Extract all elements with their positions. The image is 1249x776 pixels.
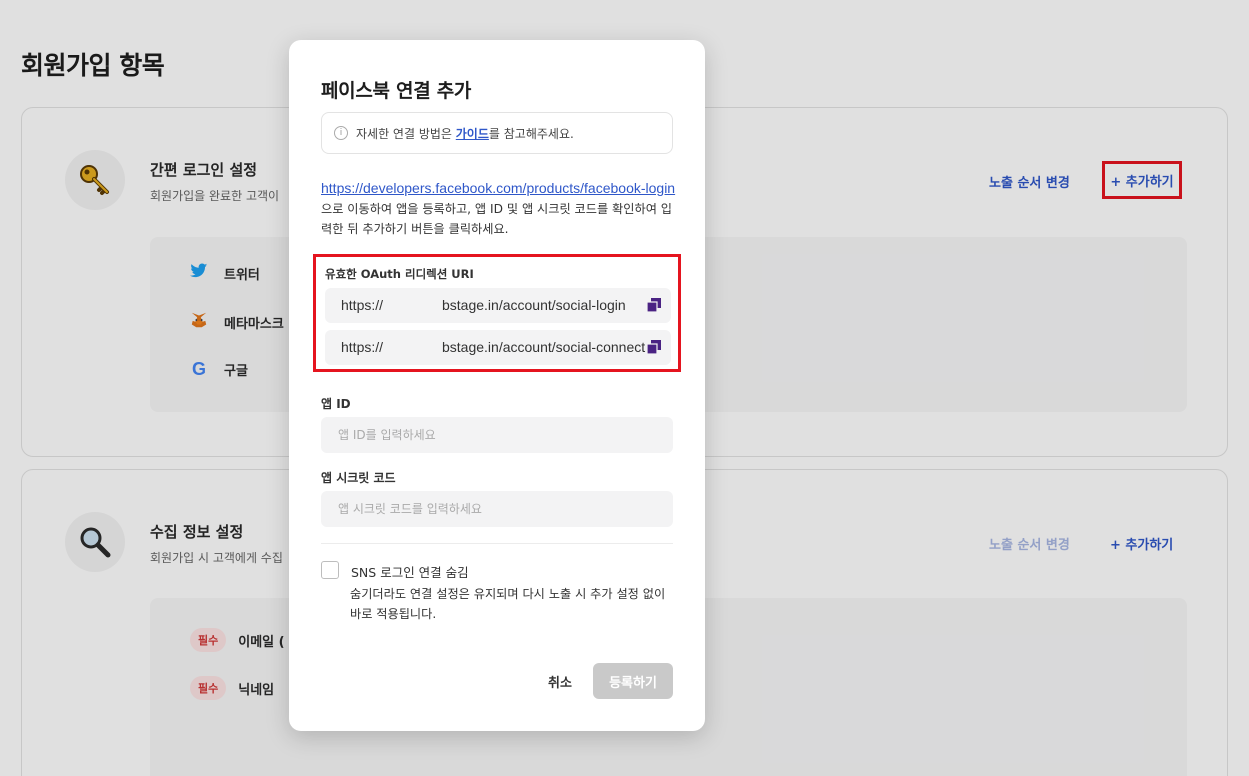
- uri-protocol: https://: [341, 339, 384, 355]
- copy-icon[interactable]: [647, 298, 661, 312]
- info-icon: i: [334, 126, 348, 140]
- instructions-text: 으로 이동하여 앱을 등록하고, 앱 ID 및 앱 시크릿 코드를 확인하여 입…: [321, 202, 672, 236]
- cancel-button[interactable]: 취소: [539, 663, 581, 699]
- uri-path: bstage.in/account/social-connect: [442, 339, 646, 355]
- divider: [321, 543, 673, 544]
- guide-link[interactable]: 가이드: [456, 127, 489, 141]
- uri-path: bstage.in/account/social-login: [442, 297, 626, 313]
- redirect-uri-label: 유효한 OAuth 리디렉션 URI: [325, 267, 474, 281]
- redirect-uri-row: https:// bstage.in/account/social-login: [325, 288, 671, 323]
- redirect-uri-section: 유효한 OAuth 리디렉션 URI https:// bstage.in/ac…: [313, 254, 681, 372]
- facebook-developers-link[interactable]: https://developers.facebook.com/products…: [321, 180, 675, 196]
- app-secret-input[interactable]: [321, 491, 673, 527]
- facebook-connect-modal: 페이스북 연결 추가 i 자세한 연결 방법은 가이드를 참고해주세요. htt…: [289, 40, 705, 731]
- redirect-uri-row: https:// bstage.in/account/social-connec…: [325, 330, 671, 365]
- hide-sns-checkbox[interactable]: [321, 561, 339, 579]
- info-box: i 자세한 연결 방법은 가이드를 참고해주세요.: [321, 112, 673, 154]
- submit-button[interactable]: 등록하기: [593, 663, 673, 699]
- modal-title: 페이스북 연결 추가: [321, 80, 472, 102]
- app-secret-label: 앱 시크릿 코드: [321, 471, 396, 485]
- hide-sns-label[interactable]: SNS 로그인 연결 숨김: [351, 562, 469, 581]
- hide-sns-description: 숨기더라도 연결 설정은 유지되며 다시 노출 시 추가 설정 없이 바로 적용…: [350, 587, 666, 621]
- info-prefix: 자세한 연결 방법은: [356, 126, 456, 141]
- info-text: 자세한 연결 방법은 가이드를 참고해주세요.: [356, 125, 574, 142]
- uri-protocol: https://: [341, 297, 384, 313]
- copy-icon[interactable]: [647, 340, 661, 354]
- info-suffix: 를 참고해주세요.: [488, 126, 574, 141]
- instructions: https://developers.facebook.com/products…: [321, 178, 677, 239]
- app-id-input[interactable]: [321, 417, 673, 453]
- app-id-label: 앱 ID: [321, 397, 351, 411]
